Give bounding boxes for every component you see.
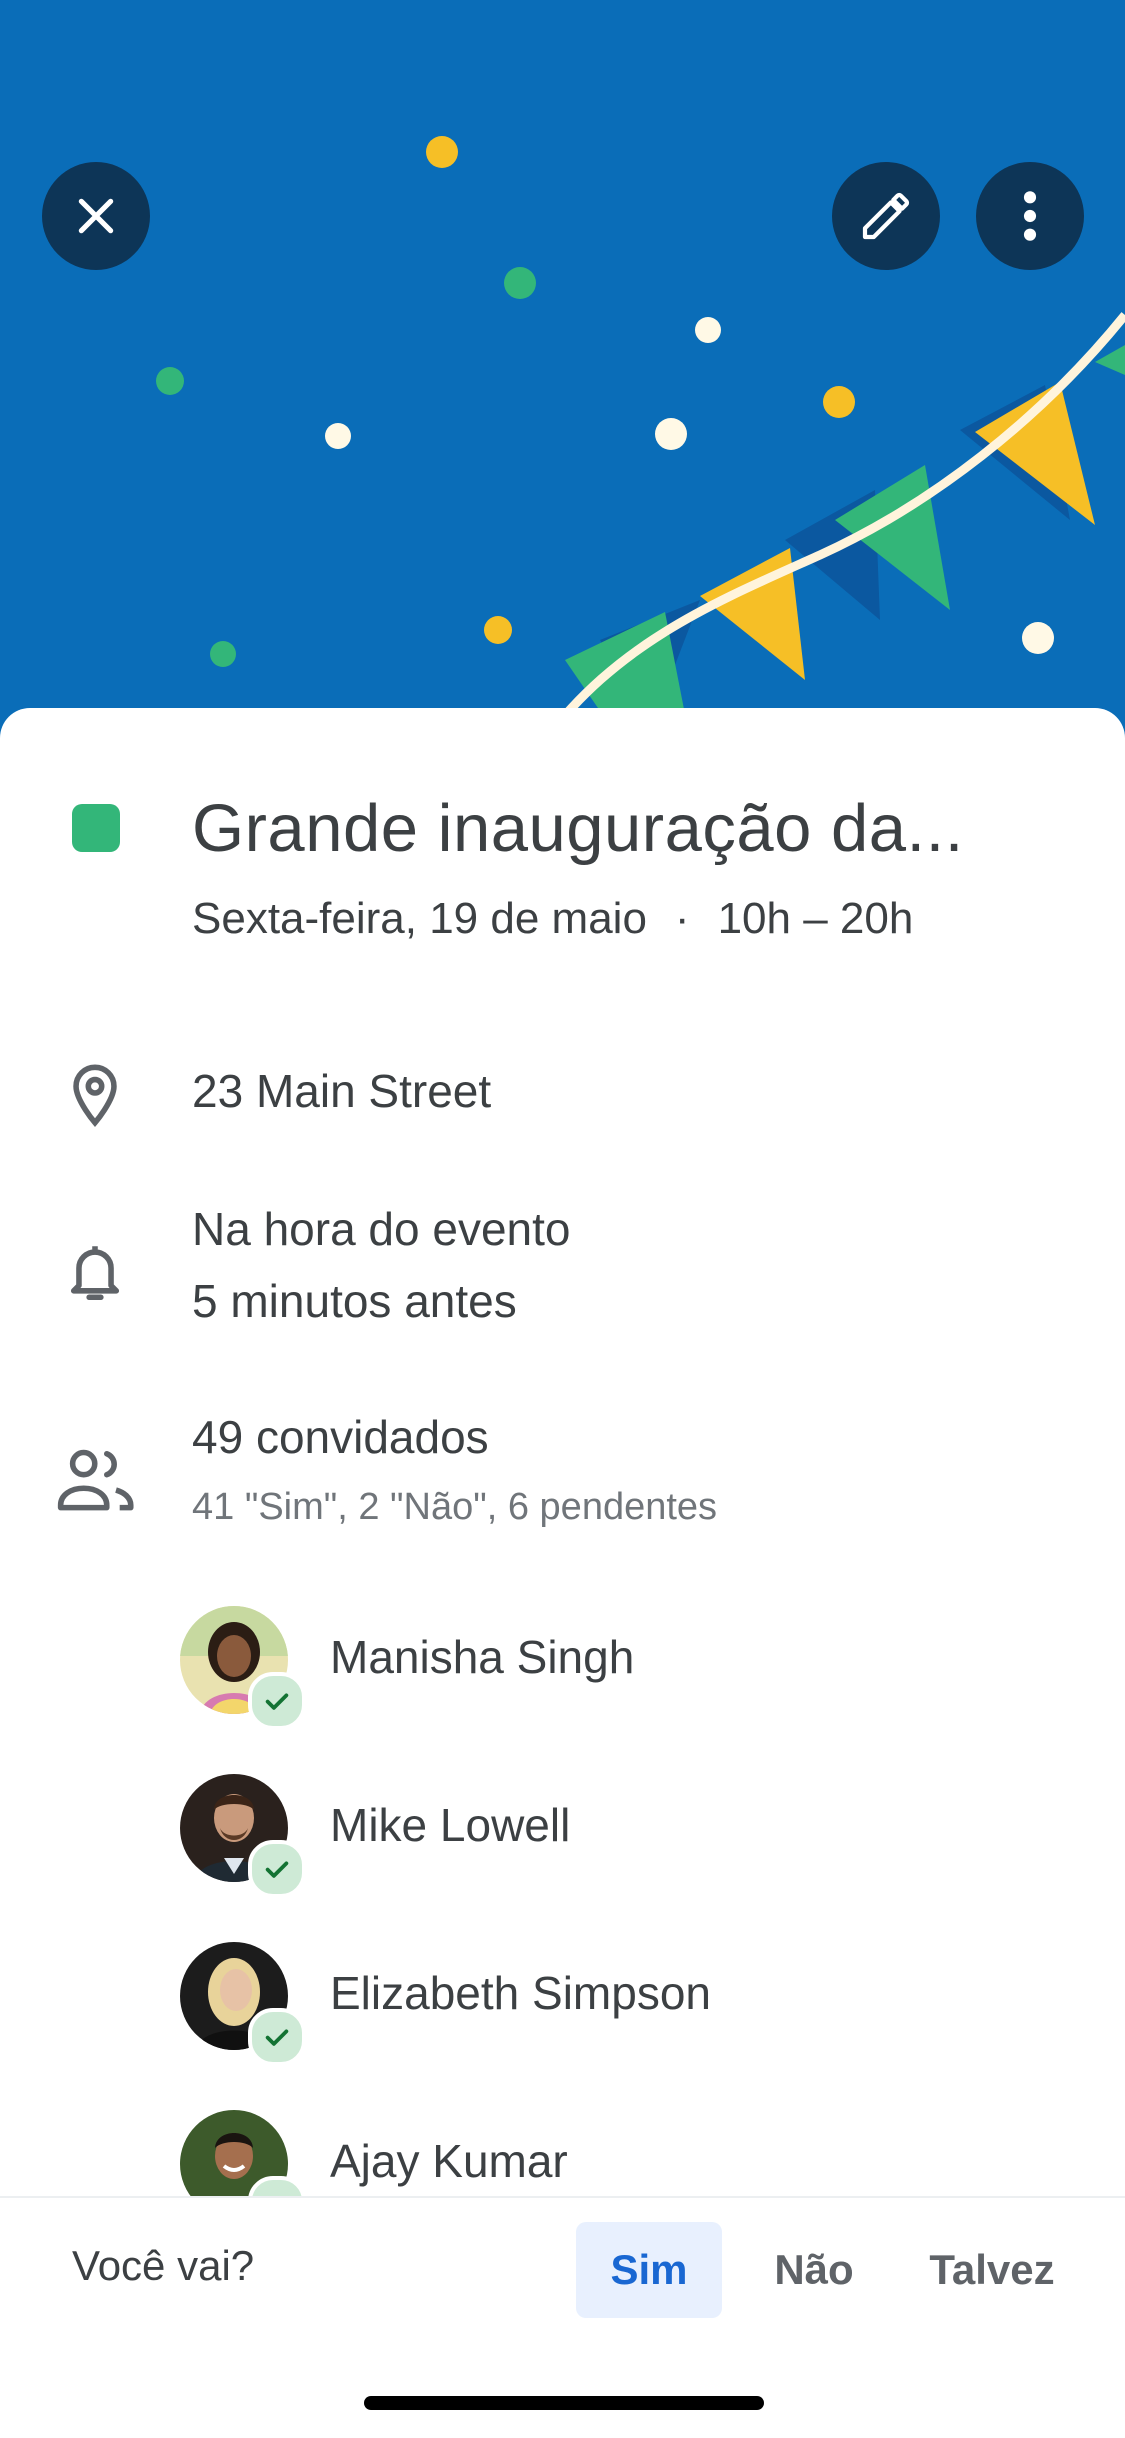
home-indicator[interactable]	[364, 2396, 764, 2410]
event-title: Grande inauguração da...	[192, 791, 964, 866]
notification-second: 5 minutos antes	[192, 1275, 517, 1327]
guest-row[interactable]: Elizabeth Simpson	[180, 1942, 1080, 2066]
accepted-check-icon	[248, 1672, 306, 1730]
rsvp-no-button[interactable]: Não	[756, 2222, 872, 2318]
datetime-separator: ·	[674, 894, 690, 943]
more-vert-icon	[1023, 191, 1037, 241]
event-date: Sexta-feira, 19 de maio	[192, 894, 647, 943]
close-icon	[78, 198, 114, 234]
pencil-icon	[862, 192, 910, 240]
accepted-check-icon	[248, 2008, 306, 2066]
close-button[interactable]	[42, 162, 150, 270]
event-header-banner	[0, 0, 1125, 740]
rsvp-maybe-button[interactable]: Talvez	[912, 2222, 1072, 2318]
accepted-check-icon	[248, 1840, 306, 1898]
bell-icon	[70, 1246, 120, 1301]
guest-name: Elizabeth Simpson	[330, 1967, 711, 2019]
location-pin-icon	[73, 1064, 117, 1127]
guest-name: Mike Lowell	[330, 1799, 571, 1851]
guest-name: Manisha Singh	[330, 1631, 635, 1683]
rsvp-yes-button[interactable]: Sim	[576, 2222, 722, 2318]
people-icon	[57, 1449, 134, 1511]
location-text[interactable]: 23 Main Street	[192, 1064, 491, 1118]
more-options-button[interactable]	[976, 162, 1084, 270]
guest-row[interactable]: Manisha Singh	[180, 1606, 1080, 1730]
party-illustration	[156, 136, 1125, 740]
guest-summary: 41 "Sim", 2 "Não", 6 pendentes	[192, 1486, 718, 1528]
guest-row[interactable]: Mike Lowell	[180, 1774, 1080, 1898]
edit-button[interactable]	[832, 162, 940, 270]
event-datetime: Sexta-feira, 19 de maio · 10h – 20h	[192, 894, 913, 944]
guest-count[interactable]: 49 convidados	[192, 1410, 489, 1464]
guest-name: Ajay Kumar	[330, 2135, 568, 2187]
event-time: 10h – 20h	[717, 894, 914, 943]
rsvp-question: Você vai?	[72, 2242, 255, 2289]
event-details-card: Grande inauguração da... Sexta-feira, 19…	[0, 708, 1125, 2436]
notification-first: Na hora do evento	[192, 1203, 571, 1255]
event-color-indicator	[72, 804, 120, 852]
